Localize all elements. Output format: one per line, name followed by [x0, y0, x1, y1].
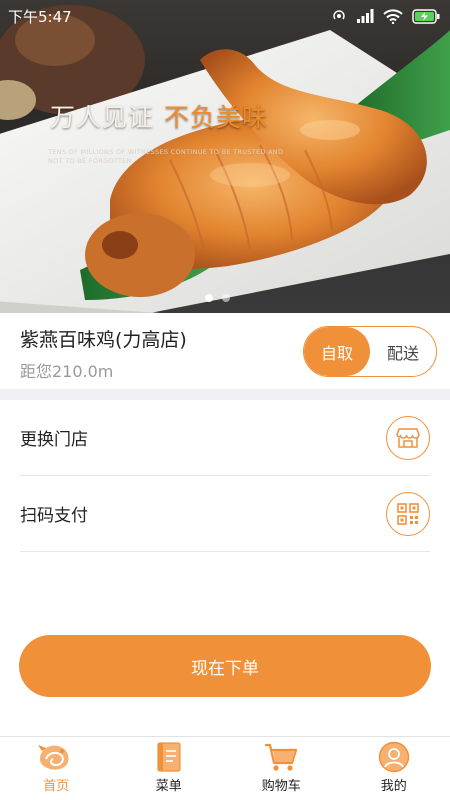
order-now-button[interactable]: 现在下单	[19, 635, 431, 697]
battery-charging-icon	[412, 8, 440, 24]
wifi-icon	[383, 8, 403, 24]
tab-cart-label: 购物车	[261, 779, 301, 794]
carousel-indicator[interactable]	[205, 294, 230, 302]
menu-book-icon	[157, 742, 181, 772]
slogan-accent: 不负美味	[164, 103, 269, 132]
qr-code-icon	[386, 491, 430, 536]
bottom-tab-bar: 首页 菜单 购物车 我的	[0, 736, 450, 800]
change-store-label: 更换门店	[20, 430, 88, 450]
banner-slogan: 万人见证 不负美味	[50, 98, 268, 134]
carousel-dot[interactable]	[205, 294, 213, 302]
slogan-main: 万人见证	[50, 103, 155, 132]
status-bar: 下午5:47	[0, 0, 450, 32]
tab-cart[interactable]: 购物车	[225, 737, 338, 800]
tab-menu[interactable]: 菜单	[113, 737, 226, 800]
store-info: 紫燕百味鸡(力高店) 距您210.0m 自取 配送	[0, 313, 450, 389]
tab-home-label: 首页	[43, 779, 70, 794]
change-store-row[interactable]: 更换门店	[20, 400, 430, 476]
home-icon	[38, 745, 69, 770]
slogan-subtitle: TENS OF MILLIONS OF WITNESSES CONTINUE T…	[48, 148, 284, 165]
profile-icon	[378, 741, 409, 773]
pickup-option[interactable]: 自取	[304, 327, 370, 376]
tab-menu-label: 菜单	[155, 779, 182, 794]
tab-profile[interactable]: 我的	[338, 737, 450, 800]
delivery-option[interactable]: 配送	[370, 327, 436, 376]
store-name: 紫燕百味鸡(力高店)	[20, 329, 187, 351]
scan-pay-label: 扫码支付	[20, 506, 88, 526]
carousel-dot[interactable]	[222, 294, 230, 302]
banner-carousel[interactable]: 下午5:47 万人见证 不负美味 TENS OF MILLIONS OF WIT…	[0, 0, 450, 313]
cart-icon	[265, 743, 298, 771]
status-time: 下午5:47	[8, 7, 72, 26]
scan-pay-row[interactable]: 扫码支付	[20, 476, 430, 552]
store-distance: 距您210.0m	[20, 362, 114, 381]
delivery-mode-toggle[interactable]: 自取 配送	[303, 326, 437, 377]
store-icon	[386, 415, 430, 460]
tab-profile-label: 我的	[380, 779, 407, 794]
tab-home[interactable]: 首页	[0, 737, 113, 800]
signal-icon	[357, 9, 374, 23]
hotspot-icon	[333, 10, 345, 20]
section-divider	[0, 389, 450, 400]
